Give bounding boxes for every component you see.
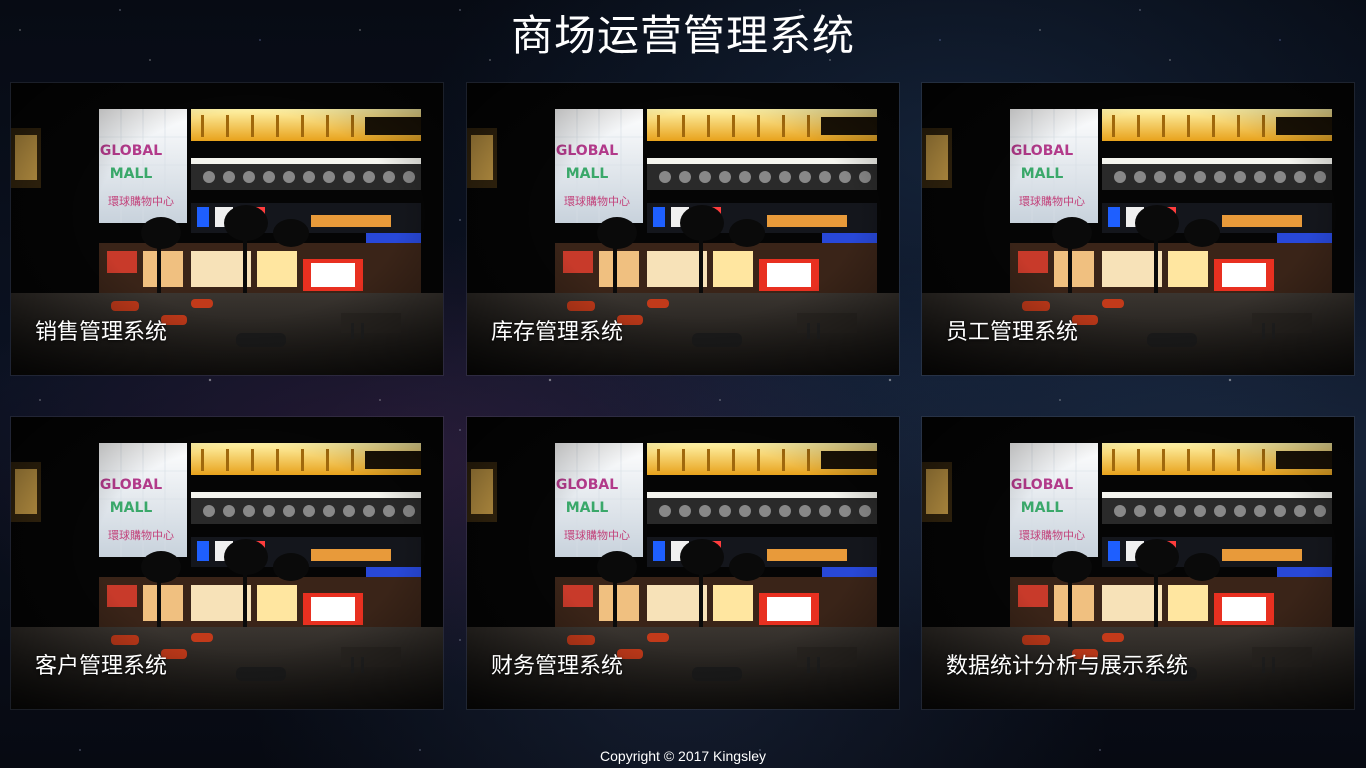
svg-text:GLOBAL: GLOBAL [1011,143,1073,159]
svg-text:MALL: MALL [1021,500,1064,516]
module-card-label: 库存管理系统 [491,320,624,345]
svg-text:環球購物中心: 環球購物中心 [564,528,630,542]
svg-text:GLOBAL: GLOBAL [556,143,618,159]
svg-text:環球購物中心: 環球購物中心 [1019,528,1085,542]
svg-text:MALL: MALL [110,166,153,182]
svg-text:環球購物中心: 環球購物中心 [108,194,174,208]
module-card-label: 员工管理系统 [946,320,1079,345]
module-card-label: 销售管理系统 [35,320,168,345]
svg-text:MALL: MALL [110,500,153,516]
svg-text:GLOBAL: GLOBAL [100,143,162,159]
svg-text:GLOBAL: GLOBAL [1011,477,1073,493]
module-card-inventory[interactable]: GLOBAL MALL 環球購物中心 库存管理系统 [467,83,899,375]
module-card-finance[interactable]: GLOBAL MALL 環球購物中心 财务管理系统 [467,417,899,709]
svg-text:MALL: MALL [1021,166,1064,182]
module-card-analytics[interactable]: GLOBAL MALL 環球購物中心 数据统计分析与展示系统 [922,417,1354,709]
page-title: 商场运营管理系统 [510,11,855,60]
svg-text:環球購物中心: 環球購物中心 [564,194,630,208]
svg-text:環球購物中心: 環球購物中心 [1019,194,1085,208]
module-card-customer[interactable]: GLOBAL MALL 環球購物中心 客户管理系统 [11,417,443,709]
svg-text:MALL: MALL [566,166,609,182]
module-card-label: 财务管理系统 [491,654,624,679]
module-card-sales[interactable]: GLOBAL MALL 環球購物中心 销售管理系统 [11,83,443,375]
svg-text:GLOBAL: GLOBAL [100,477,162,493]
copyright-footer: Copyright © 2017 Kingsley [600,748,766,764]
svg-text:環球購物中心: 環球購物中心 [108,528,174,542]
module-card-label: 客户管理系统 [35,654,168,679]
svg-text:GLOBAL: GLOBAL [556,477,618,493]
module-card-label: 数据统计分析与展示系统 [946,654,1189,679]
svg-text:MALL: MALL [566,500,609,516]
module-card-staff[interactable]: GLOBAL MALL 環球購物中心 员工管理系统 [922,83,1354,375]
